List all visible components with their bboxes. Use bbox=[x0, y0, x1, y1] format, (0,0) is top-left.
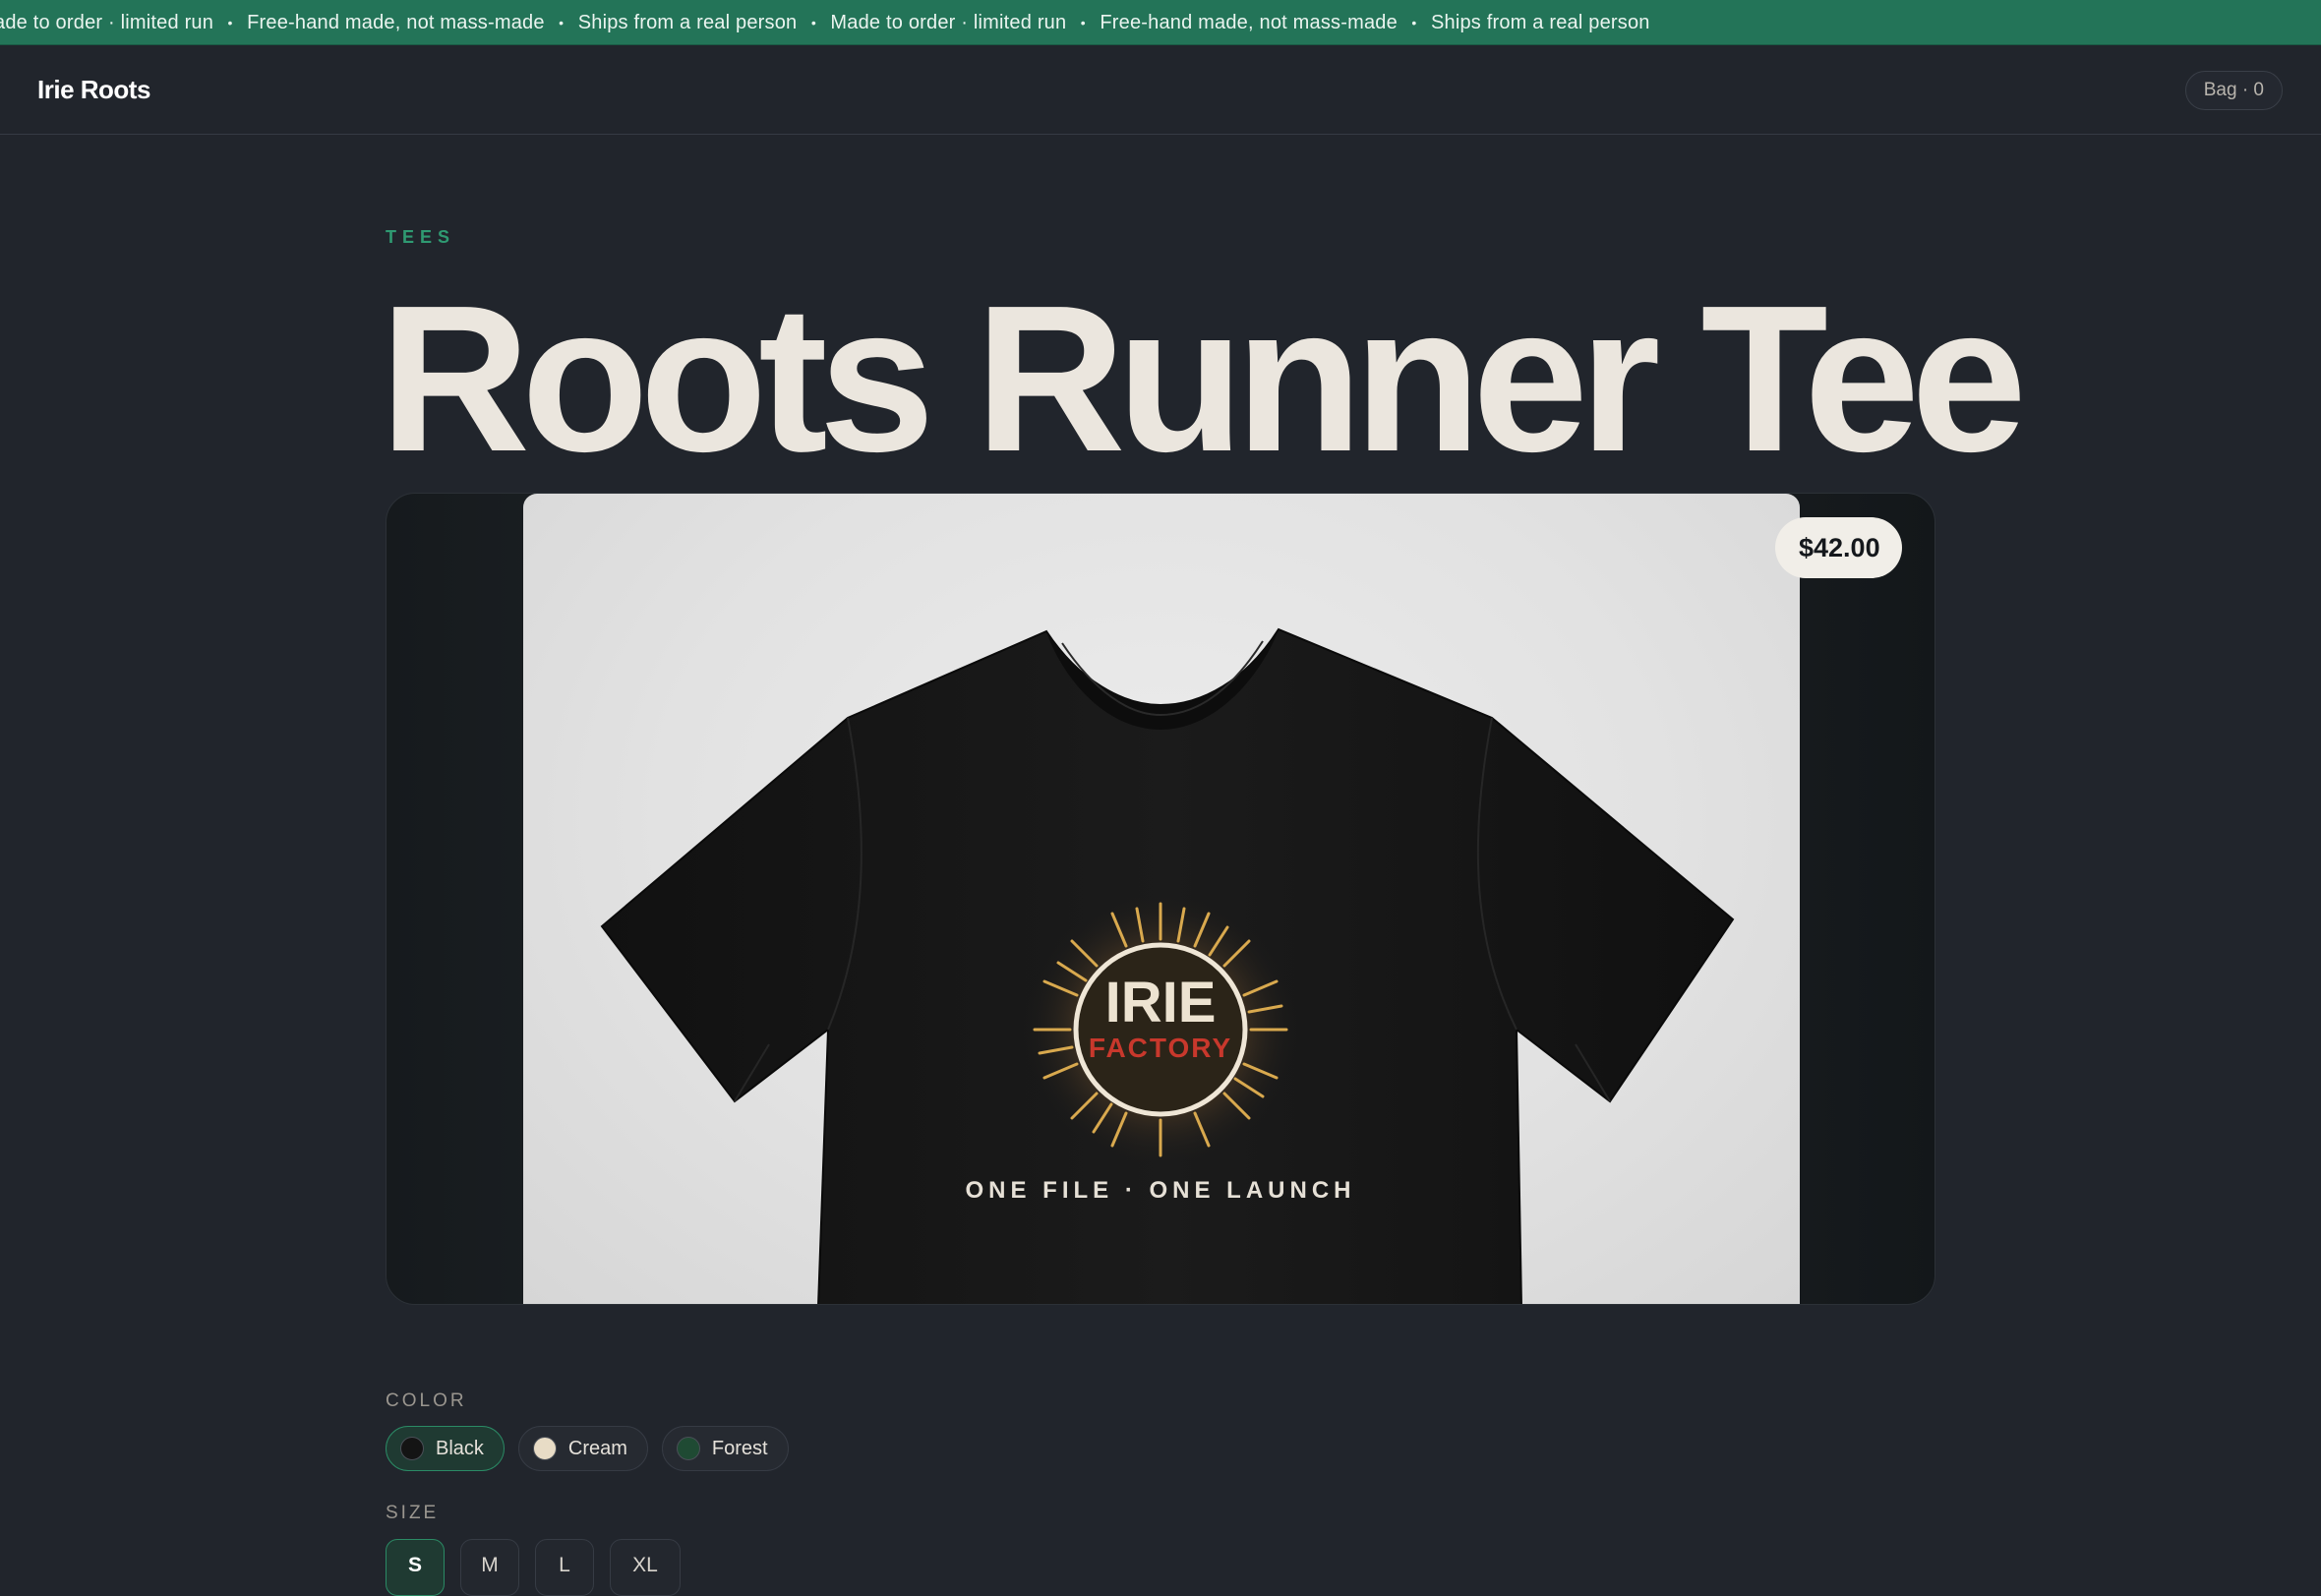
product-title: Roots Runner Tee bbox=[380, 262, 2027, 495]
size-options: S M L XL bbox=[386, 1539, 681, 1596]
color-option-label: Cream bbox=[567, 1437, 627, 1459]
graphic-line2: FACTORY bbox=[1089, 1033, 1232, 1063]
color-option-label: Forest bbox=[711, 1437, 768, 1459]
ticker-separator: • bbox=[1080, 15, 1086, 30]
product-photo: IRIE FACTORY ONE FILE · ONE LAUNCH bbox=[523, 494, 1800, 1304]
product-hero: IRIE FACTORY ONE FILE · ONE LAUNCH $42.0… bbox=[386, 493, 1935, 1305]
ticker-item: ade to order · limited run bbox=[0, 11, 214, 33]
ticker-track: ade to order · limited run • Free-hand m… bbox=[0, 0, 1650, 44]
tshirt-image: IRIE FACTORY ONE FILE · ONE LAUNCH bbox=[600, 627, 1735, 1304]
color-option-cream[interactable]: Cream bbox=[517, 1426, 648, 1471]
ticker-item: Free-hand made, not mass-made bbox=[1100, 11, 1398, 33]
color-option-label: Black bbox=[436, 1437, 484, 1459]
graphic-tagline: ONE FILE · ONE LAUNCH bbox=[966, 1177, 1356, 1204]
color-swatch-forest bbox=[676, 1437, 700, 1460]
color-swatch-black bbox=[400, 1437, 424, 1460]
color-option-forest[interactable]: Forest bbox=[661, 1426, 789, 1471]
ticker-item: Ships from a real person bbox=[1430, 11, 1650, 33]
size-option-l[interactable]: L bbox=[535, 1539, 594, 1596]
sun-graphic: IRIE FACTORY bbox=[1023, 892, 1298, 1167]
color-label: COLOR bbox=[386, 1390, 467, 1411]
bag-button[interactable]: Bag · 0 bbox=[2184, 71, 2283, 110]
size-option-m[interactable]: M bbox=[460, 1539, 519, 1596]
color-options: Black Cream Forest bbox=[386, 1426, 789, 1471]
ticker-item: Ships from a real person bbox=[577, 11, 798, 33]
site-header: Irie Roots Bag · 0 bbox=[0, 45, 2321, 135]
size-option-s[interactable]: S bbox=[386, 1539, 445, 1596]
graphic-line1: IRIE bbox=[1105, 971, 1217, 1034]
color-swatch-cream bbox=[532, 1437, 557, 1460]
ticker-item: Free-hand made, not mass-made bbox=[247, 11, 545, 33]
ticker-separator: • bbox=[227, 15, 233, 30]
ticker-item: Made to order · limited run bbox=[830, 11, 1067, 33]
size-option-xl[interactable]: XL bbox=[610, 1539, 681, 1596]
product-category: TEES bbox=[386, 227, 456, 247]
ticker-separator: • bbox=[810, 15, 816, 30]
brand-logo-link[interactable]: Irie Roots bbox=[37, 75, 150, 105]
price-badge: $42.00 bbox=[1775, 517, 1902, 578]
ticker-separator: • bbox=[1411, 15, 1417, 30]
ticker-separator: • bbox=[559, 15, 565, 30]
announcement-ticker: ade to order · limited run • Free-hand m… bbox=[0, 0, 2321, 45]
size-label: SIZE bbox=[386, 1503, 440, 1523]
color-option-black[interactable]: Black bbox=[386, 1426, 505, 1471]
